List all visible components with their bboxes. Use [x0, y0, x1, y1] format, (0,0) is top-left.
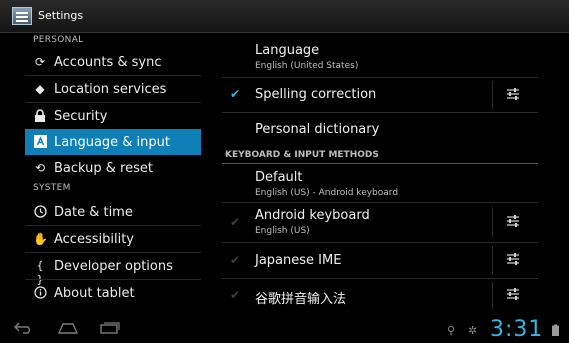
- sidebar-item-security[interactable]: Security: [25, 103, 201, 129]
- sync-icon: ⟳: [34, 55, 46, 69]
- sidebar-item-language-input[interactable]: Language & input: [25, 129, 201, 155]
- settings-sidebar: PERSONAL ⟳ Accounts & sync ◆ Location se…: [25, 33, 201, 310]
- sidebar-item-label: Developer options: [54, 259, 173, 274]
- location-icon: ◆: [35, 82, 45, 96]
- title-bar: Settings: [0, 0, 569, 33]
- sidebar-item-label: Accounts & sync: [54, 55, 162, 70]
- usb-icon: ⚲: [447, 324, 456, 337]
- settings-sliders-icon[interactable]: [505, 252, 521, 268]
- default-input-method-preference[interactable]: Default English (US) - Android keyboard: [222, 164, 538, 201]
- home-button[interactable]: [57, 322, 79, 337]
- settings-app-icon[interactable]: [12, 7, 32, 25]
- category-header-keyboard-input: KEYBOARD & INPUT METHODS: [225, 150, 379, 160]
- input-method-japanese-ime[interactable]: ✔ Japanese IME: [222, 243, 538, 277]
- divider: [492, 207, 493, 237]
- preference-summary: English (US) - Android keyboard: [255, 188, 399, 198]
- backup-icon: ⟲: [34, 161, 46, 175]
- preference-title: Default: [255, 170, 303, 185]
- sidebar-item-label: About tablet: [54, 286, 135, 301]
- preference-title: Personal dictionary: [255, 122, 380, 137]
- preference-title: Spelling correction: [255, 87, 377, 102]
- language-icon: [33, 135, 47, 149]
- sidebar-item-label: Location services: [54, 82, 167, 97]
- hand-icon: ✋: [33, 232, 48, 246]
- sidebar-item-label: Language & input: [54, 135, 170, 150]
- sidebar-item-label: Date & time: [54, 205, 133, 220]
- status-clock[interactable]: 3:31: [490, 317, 543, 342]
- input-method-checkbox[interactable]: ✔: [229, 216, 241, 228]
- settings-sliders-icon[interactable]: [505, 87, 521, 103]
- preference-summary: English (United States): [255, 61, 359, 71]
- app-title: Settings: [38, 9, 84, 22]
- spelling-correction-preference[interactable]: ✔ Spelling correction: [222, 78, 538, 111]
- lock-icon: [33, 109, 47, 123]
- preference-title: 谷歌拼音输入法: [255, 292, 347, 307]
- settings-sliders-icon[interactable]: [505, 214, 521, 230]
- back-button[interactable]: [14, 322, 34, 337]
- divider: [492, 282, 493, 309]
- sidebar-item-backup-reset[interactable]: ⟲ Backup & reset: [25, 155, 201, 181]
- sidebar-item-label: Backup & reset: [54, 161, 153, 176]
- section-header-personal: PERSONAL: [33, 35, 84, 45]
- sidebar-item-developer-options[interactable]: { } Developer options: [25, 253, 201, 286]
- system-navigation-bar: ⚲ ✲ 3:31: [0, 315, 569, 343]
- preference-title: Japanese IME: [255, 253, 342, 268]
- language-preference[interactable]: Language English (United States): [222, 39, 538, 75]
- input-method-google-pinyin[interactable]: ✔ 谷歌拼音输入法: [222, 279, 538, 310]
- sidebar-item-label: Accessibility: [54, 232, 134, 247]
- sidebar-item-label: Security: [54, 109, 108, 124]
- section-header-system: SYSTEM: [33, 183, 71, 193]
- info-icon: [33, 286, 47, 300]
- personal-dictionary-preference[interactable]: Personal dictionary: [222, 113, 538, 145]
- settings-detail-pane: Language English (United States) ✔ Spell…: [210, 33, 540, 310]
- divider: [492, 81, 493, 109]
- preference-summary: English (US): [255, 226, 310, 236]
- sidebar-item-about-tablet[interactable]: About tablet: [25, 280, 201, 306]
- recent-apps-button[interactable]: [100, 322, 120, 337]
- preference-title: Language: [255, 43, 320, 58]
- sidebar-item-location-services[interactable]: ◆ Location services: [25, 76, 201, 102]
- sidebar-item-date-time[interactable]: Date & time: [25, 199, 201, 225]
- input-method-checkbox[interactable]: ✔: [229, 254, 241, 266]
- settings-sliders-icon[interactable]: [505, 287, 521, 303]
- preference-title: Android keyboard: [255, 208, 370, 223]
- sidebar-item-accounts-sync[interactable]: ⟳ Accounts & sync: [25, 49, 201, 75]
- clock-icon: [33, 205, 47, 219]
- debug-icon: ✲: [468, 324, 478, 337]
- divider: [492, 246, 493, 274]
- input-method-checkbox[interactable]: ✔: [229, 289, 241, 301]
- braces-icon: { }: [36, 259, 44, 286]
- spelling-correction-checkbox[interactable]: ✔: [229, 88, 241, 100]
- input-method-android-keyboard[interactable]: ✔ Android keyboard English (US): [222, 203, 538, 241]
- sidebar-item-accessibility[interactable]: ✋ Accessibility: [25, 226, 201, 252]
- battery-icon: [552, 324, 559, 339]
